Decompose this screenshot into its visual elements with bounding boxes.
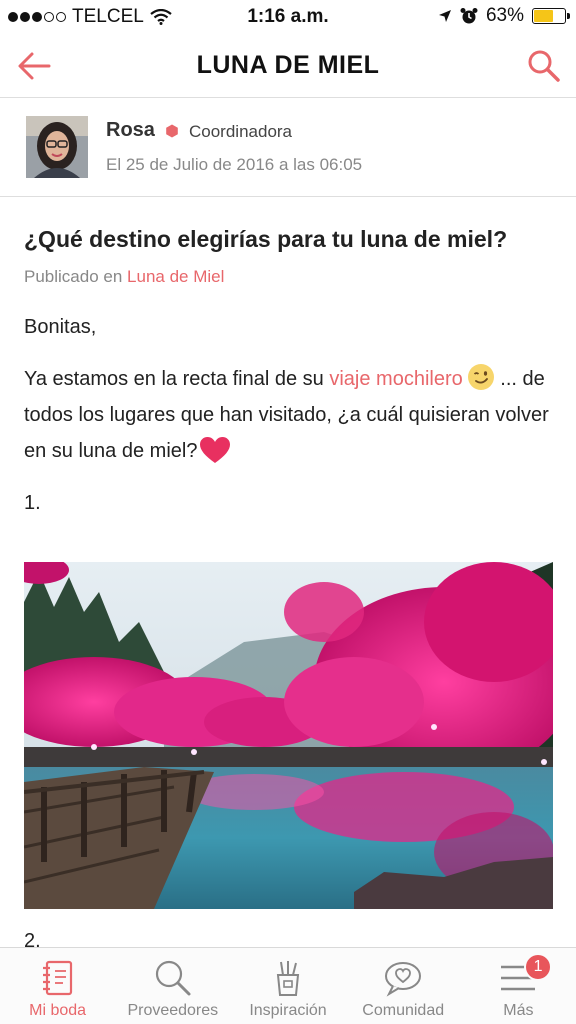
tab-label: Comunidad bbox=[362, 1002, 445, 1019]
tab-mas[interactable]: Más 1 bbox=[461, 948, 576, 1024]
wink-emoji-icon bbox=[467, 364, 494, 390]
category-link[interactable]: Luna de Miel bbox=[127, 267, 224, 286]
avatar[interactable] bbox=[26, 116, 88, 178]
greeting-text: Bonitas, bbox=[24, 316, 97, 338]
published-prefix: Publicado en bbox=[24, 267, 123, 286]
status-bar: TELCEL 1:16 a.m. 63% bbox=[0, 0, 576, 34]
arrow-left-icon bbox=[18, 52, 51, 80]
author-role: Coordinadora bbox=[189, 122, 293, 141]
search-icon bbox=[155, 960, 191, 996]
cherry-blossom-lake-photo[interactable] bbox=[24, 562, 553, 909]
tab-comunidad[interactable]: Comunidad bbox=[346, 948, 461, 1024]
notebook-icon bbox=[42, 960, 72, 996]
tab-label: Proveedores bbox=[127, 1002, 219, 1019]
tab-label: Más bbox=[503, 1002, 534, 1019]
list-number-1: 1. bbox=[24, 492, 41, 514]
published-in: Publicado en Luna de Miel bbox=[24, 267, 554, 287]
tab-label: Mi boda bbox=[29, 1002, 87, 1019]
tab-label: Inspiración bbox=[249, 1002, 327, 1019]
post-title: ¿Qué destino elegirías para tu luna de m… bbox=[24, 226, 508, 252]
body-paragraph: Ya estamos en la recta final de su viaje… bbox=[24, 361, 554, 469]
back-button[interactable] bbox=[12, 44, 56, 88]
author-name[interactable]: Rosa bbox=[106, 119, 155, 142]
post-date: El 25 de Julio de 2016 a las 06:05 bbox=[106, 155, 363, 174]
location-arrow-icon bbox=[438, 10, 451, 22]
avatar-image bbox=[26, 116, 88, 178]
search-button[interactable] bbox=[522, 44, 566, 88]
status-right: 63% bbox=[438, 5, 570, 27]
battery-fill bbox=[534, 10, 553, 22]
chat-heart-icon bbox=[385, 962, 422, 997]
battery-icon bbox=[532, 8, 570, 24]
tab-bar: Mi boda Proveedores Inspiración Comunida… bbox=[0, 947, 576, 1024]
nav-bar: LUNA DE MIEL bbox=[0, 34, 576, 98]
alarm-icon bbox=[460, 8, 478, 24]
photo-image bbox=[24, 562, 553, 909]
viaje-mochilero-link[interactable]: viaje mochilero bbox=[329, 368, 462, 390]
tab-inspiracion[interactable]: Inspiración bbox=[230, 948, 345, 1024]
body-text-start: Ya estamos en la recta final de su bbox=[24, 368, 330, 390]
battery-percent: 63% bbox=[485, 5, 524, 26]
post-content: ¿Qué destino elegirías para tu luna de m… bbox=[24, 198, 554, 521]
hexagon-icon bbox=[166, 124, 178, 138]
author-header: Rosa Coordinadora El 25 de Julio de 2016… bbox=[0, 99, 576, 197]
notification-badge: 1 bbox=[524, 953, 553, 981]
pencil-cup-icon bbox=[276, 961, 300, 996]
heart-emoji-icon bbox=[200, 437, 231, 463]
tab-mi-boda[interactable]: Mi boda bbox=[0, 948, 115, 1024]
search-icon bbox=[528, 50, 560, 82]
page-title: LUNA DE MIEL bbox=[196, 51, 380, 79]
tab-proveedores[interactable]: Proveedores bbox=[115, 948, 230, 1024]
